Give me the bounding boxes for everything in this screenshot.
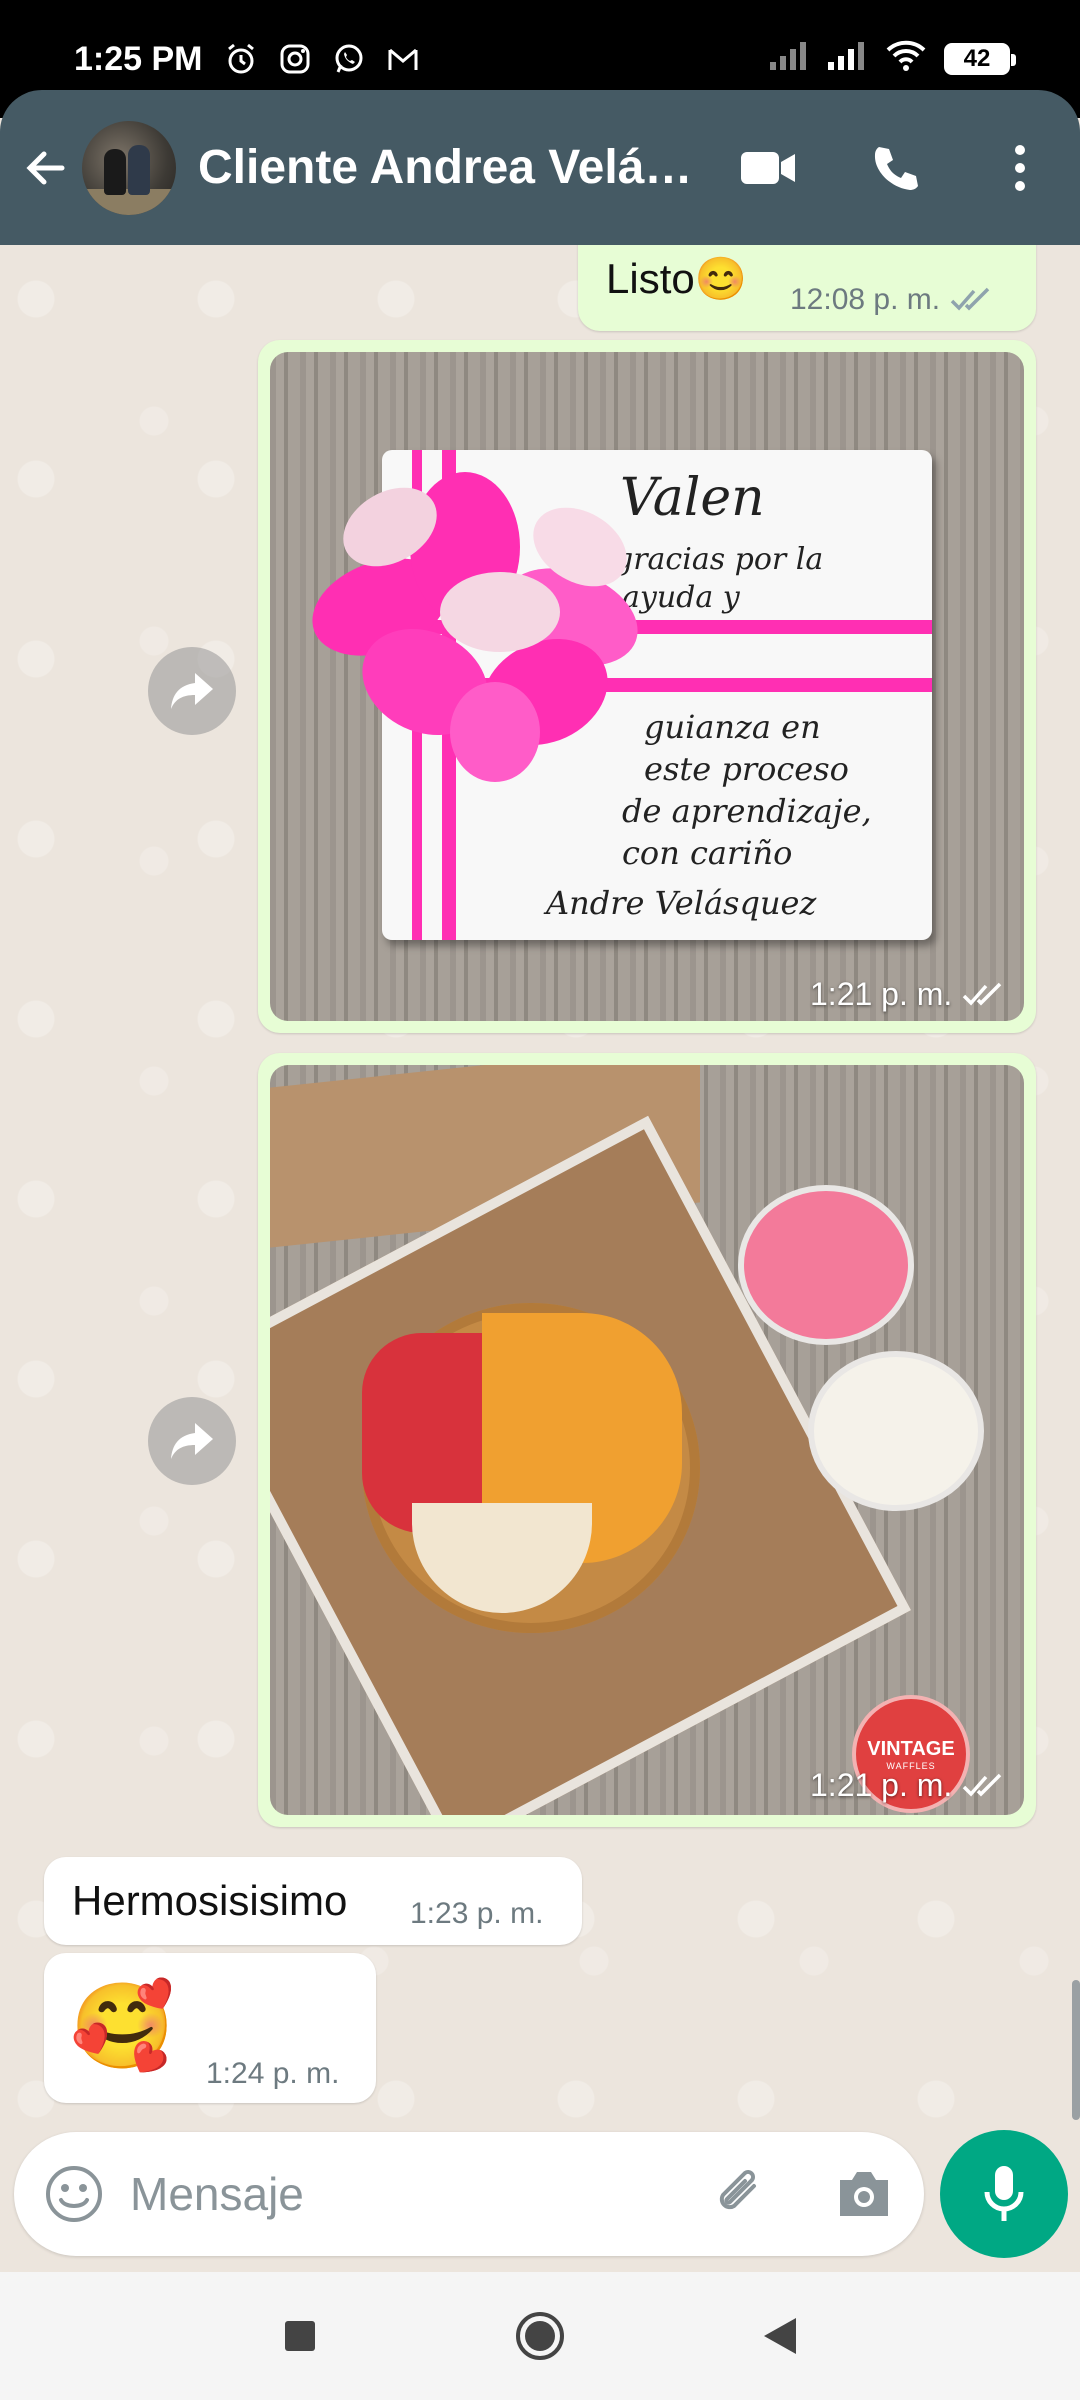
recents-button[interactable] xyxy=(270,2306,330,2366)
back-arrow-icon[interactable] xyxy=(18,140,74,196)
gift-box-photo[interactable]: Valen gracias por la ayuda y guianza en … xyxy=(270,352,1024,1021)
forward-button[interactable] xyxy=(148,1397,236,1485)
system-navigation-bar xyxy=(0,2272,1080,2400)
contact-name[interactable]: Cliente Andrea Velázquez xyxy=(198,140,708,195)
signal-icon xyxy=(826,40,868,79)
camera-icon[interactable] xyxy=(832,2162,896,2226)
message-input[interactable] xyxy=(130,2167,690,2221)
handwritten-line: de aprendizaje, xyxy=(622,792,872,830)
gmail-icon xyxy=(385,41,421,77)
whatsapp-icon xyxy=(331,41,367,77)
alarm-icon xyxy=(223,41,259,77)
phone-call-icon[interactable] xyxy=(864,138,924,198)
double-check-icon xyxy=(963,1773,1002,1797)
handwritten-line: este proceso xyxy=(644,750,849,788)
cream-cup xyxy=(808,1351,984,1511)
forward-icon xyxy=(171,1423,213,1459)
handwritten-signature: Andre Velásquez xyxy=(546,884,817,922)
waffle-photo[interactable]: VINTAGE WAFFLES 1:21 p. m. xyxy=(270,1065,1024,1815)
chat-header: Cliente Andrea Velázquez xyxy=(0,90,1080,245)
message-bubble-incoming[interactable]: Hermosisisimo 1:23 p. m. xyxy=(44,1857,582,1945)
contact-avatar[interactable] xyxy=(82,120,176,215)
chat-area[interactable]: Listo😊 12:08 p. m. Valen gracias por la … xyxy=(0,245,1080,2125)
back-button[interactable] xyxy=(750,2306,810,2366)
system-indicators: 42 xyxy=(768,38,1016,81)
waffle xyxy=(362,1303,700,1633)
emoji-icon[interactable] xyxy=(42,2162,106,2226)
smiling-face-with-hearts-emoji: 🥰 xyxy=(70,1979,175,2073)
pink-sauce-cup xyxy=(738,1185,914,1345)
ribbon-bow xyxy=(298,452,660,782)
status-time: 1:25 PM xyxy=(74,39,203,78)
video-call-icon[interactable] xyxy=(738,138,798,198)
smile-emoji: 😊 xyxy=(694,255,748,302)
message-bubble-incoming[interactable]: 🥰 1:24 p. m. xyxy=(44,1953,376,2103)
home-button[interactable] xyxy=(510,2306,570,2366)
message-text: Listo xyxy=(606,255,695,302)
double-check-icon xyxy=(963,982,1002,1006)
message-time: 1:21 p. m. xyxy=(810,976,953,1012)
more-vert-icon[interactable] xyxy=(990,138,1050,198)
message-bubble-outgoing[interactable]: Listo😊 12:08 p. m. xyxy=(578,245,1036,331)
notification-icons xyxy=(223,41,421,77)
forward-button[interactable] xyxy=(148,647,236,735)
signal-icon xyxy=(768,40,810,79)
forward-icon xyxy=(171,673,213,709)
instagram-icon xyxy=(277,41,313,77)
battery-icon: 42 xyxy=(944,43,1016,75)
message-text: Hermosisisimo xyxy=(72,1877,348,1924)
handwritten-line: con cariño xyxy=(622,834,793,872)
mic-icon xyxy=(984,2166,1024,2221)
double-check-icon xyxy=(950,287,990,311)
voice-message-button[interactable] xyxy=(940,2130,1068,2258)
handwritten-line: guianza en xyxy=(644,708,821,746)
message-time: 12:08 p. m. xyxy=(790,283,941,316)
image-message-bubble[interactable]: Valen gracias por la ayuda y guianza en … xyxy=(258,340,1036,1033)
scrollbar[interactable] xyxy=(1072,1980,1080,2120)
message-time: 1:24 p. m. xyxy=(206,2057,340,2090)
message-time: 1:21 p. m. xyxy=(810,1767,953,1803)
image-message-bubble[interactable]: VINTAGE WAFFLES 1:21 p. m. xyxy=(258,1053,1036,1827)
attach-icon[interactable] xyxy=(708,2162,772,2226)
message-time: 1:23 p. m. xyxy=(410,1897,544,1930)
wifi-icon xyxy=(884,38,928,81)
message-input-bar xyxy=(14,2132,924,2256)
